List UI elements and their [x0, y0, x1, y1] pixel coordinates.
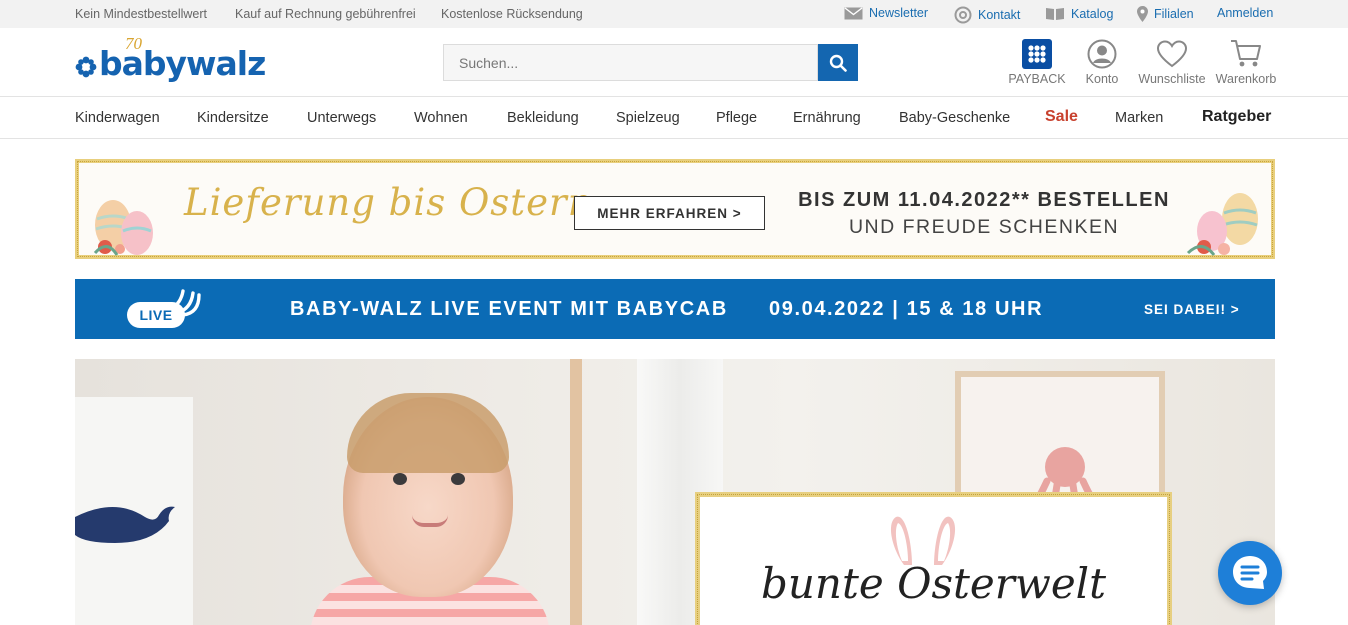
- wishlist-label: Wunschliste: [1138, 72, 1206, 86]
- search-bar: [443, 44, 858, 81]
- location-pin-icon: [1137, 6, 1148, 22]
- nav-item-bekleidung[interactable]: Bekleidung: [507, 110, 579, 126]
- easter-script-headline: Lieferung bis Ostern: [184, 181, 593, 224]
- heart-icon: [1157, 40, 1187, 68]
- payback-icon: [1022, 39, 1052, 69]
- search-input[interactable]: [443, 44, 818, 81]
- nav-item-wohnen[interactable]: Wohnen: [414, 110, 468, 126]
- stores-link[interactable]: Filialen: [1137, 6, 1194, 22]
- nav-item-kindersitze[interactable]: Kindersitze: [197, 110, 269, 126]
- catalog-link[interactable]: Katalog: [1045, 6, 1113, 21]
- easter-world-card[interactable]: bunte Osterwelt: [695, 492, 1172, 625]
- newsletter-label: Newsletter: [869, 6, 929, 20]
- join-live-link[interactable]: SEI DABEI! >: [1144, 302, 1240, 317]
- user-icon: [1087, 39, 1117, 69]
- usp-free-return: Kostenlose Rücksendung: [441, 7, 583, 21]
- stores-label: Filialen: [1154, 7, 1194, 21]
- whale-poster-image: [75, 397, 193, 625]
- nav-item-ratgeber[interactable]: Ratgeber: [1202, 108, 1271, 126]
- live-event-banner[interactable]: LIVE BABY-WALZ LIVE EVENT MIT BABYCAB 09…: [75, 279, 1275, 339]
- account-button[interactable]: Konto: [1077, 38, 1127, 86]
- newsletter-link[interactable]: Newsletter: [844, 6, 928, 20]
- easter-eggs-left-illustration: [93, 200, 153, 256]
- wooden-pole-image: [570, 359, 582, 625]
- learn-more-button[interactable]: MEHR ERFAHREN >: [574, 196, 765, 230]
- contact-label: Kontakt: [978, 8, 1021, 22]
- usp-invoice: Kauf auf Rechnung gebührenfrei: [235, 7, 416, 21]
- site-header: 70 babywalz PAYBACK: [0, 28, 1348, 97]
- nav-item-sale[interactable]: Sale: [1045, 108, 1078, 126]
- easter-gift-text: UND FREUDE SCHENKEN: [848, 216, 1120, 238]
- nav-item-unterwegs[interactable]: Unterwegs: [307, 110, 376, 126]
- hero-banner[interactable]: bunte Osterwelt: [75, 359, 1275, 625]
- easter-world-script: bunte Osterwelt: [761, 559, 1106, 608]
- cart-label: Warenkorb: [1215, 72, 1277, 86]
- whale-illustration: [75, 506, 175, 543]
- payback-button[interactable]: PAYBACK: [1005, 38, 1069, 86]
- live-event-date: 09.04.2022 | 15 & 18 UHR: [769, 298, 1044, 320]
- search-icon: [829, 54, 847, 72]
- nav-item-ernaehrung[interactable]: Ernährung: [793, 110, 861, 126]
- easter-delivery-banner[interactable]: Lieferung bis Ostern MEHR ERFAHREN > BIS…: [75, 159, 1275, 259]
- contact-link[interactable]: Kontakt: [954, 6, 1020, 24]
- cart-button[interactable]: Warenkorb: [1214, 38, 1278, 86]
- baby-eye-left: [393, 473, 407, 485]
- chat-widget-button[interactable]: [1218, 541, 1282, 605]
- nav-item-marken[interactable]: Marken: [1115, 110, 1163, 126]
- nav-item-baby-geschenke[interactable]: Baby-Geschenke: [899, 110, 1010, 126]
- shopping-cart-icon: [1231, 40, 1261, 67]
- account-label: Konto: [1085, 72, 1119, 86]
- top-utility-bar: Kein Mindestbestellwert Kauf auf Rechnun…: [0, 0, 1348, 28]
- nav-item-spielzeug[interactable]: Spielzeug: [616, 110, 680, 126]
- book-icon: [1046, 8, 1064, 20]
- logo-wordmark: babywalz: [99, 44, 266, 83]
- easter-order-deadline: BIS ZUM 11.04.2022** BESTELLEN: [798, 189, 1170, 211]
- flower-logo-icon: [75, 56, 97, 78]
- chat-bubble-icon: [1233, 556, 1267, 589]
- envelope-icon: [844, 6, 863, 19]
- login-link[interactable]: Anmelden: [1217, 6, 1273, 20]
- baby-eye-right: [451, 473, 465, 485]
- main-navigation: Kinderwagen Kindersitze Unterwegs Wohnen…: [0, 97, 1348, 139]
- usp-no-minimum: Kein Mindestbestellwert: [75, 7, 208, 21]
- at-icon: [954, 6, 972, 24]
- login-label: Anmelden: [1217, 6, 1274, 20]
- catalog-label: Katalog: [1071, 6, 1114, 21]
- wishlist-button[interactable]: Wunschliste: [1138, 38, 1206, 86]
- nav-item-pflege[interactable]: Pflege: [716, 110, 757, 126]
- live-event-title: BABY-WALZ LIVE EVENT MIT BABYCAB: [290, 298, 728, 320]
- easter-eggs-right-illustration: [1186, 193, 1258, 256]
- babywalz-logo[interactable]: 70 babywalz: [75, 34, 285, 89]
- search-button[interactable]: [818, 44, 858, 81]
- live-badge: LIVE: [127, 302, 185, 328]
- nav-item-kinderwagen[interactable]: Kinderwagen: [75, 110, 160, 126]
- payback-label: PAYBACK: [1008, 72, 1066, 86]
